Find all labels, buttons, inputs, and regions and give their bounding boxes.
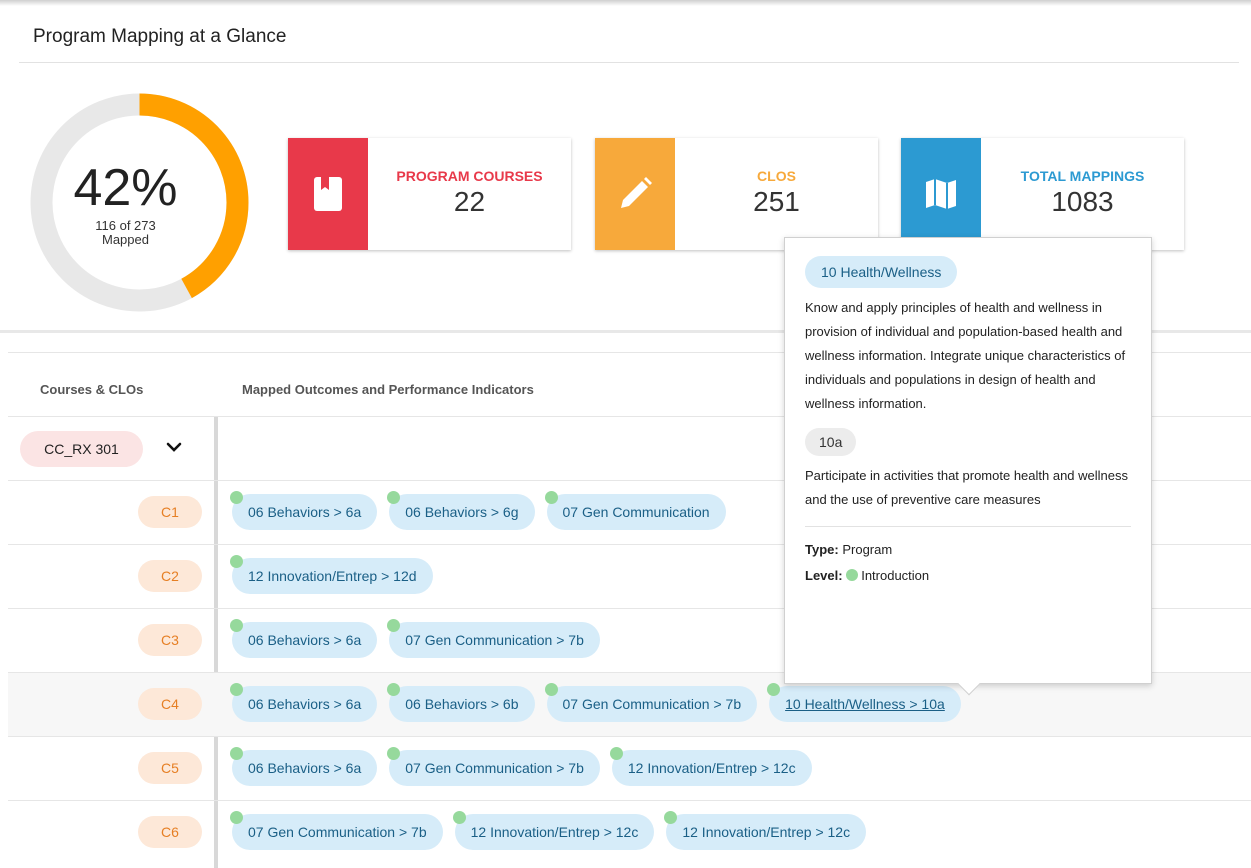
card-value: 22 — [453, 186, 486, 217]
tag-label: 10 Health/Wellness > 10a — [785, 696, 945, 712]
level-dot — [664, 811, 678, 824]
divider — [19, 62, 1239, 63]
tag-list: 12 Innovation/Entrep > 12d — [230, 555, 433, 594]
col-courses-clos: Courses & CLOs — [40, 382, 144, 397]
outcome-tag[interactable]: 12 Innovation/Entrep > 12c — [452, 811, 655, 850]
level-dot — [230, 683, 243, 696]
outcome-tag[interactable]: 06 Behaviors > 6a — [230, 619, 378, 658]
tag-list: 06 Behaviors > 6a 06 Behaviors > 6b 07 G… — [230, 683, 961, 722]
tag-label: 06 Behaviors > 6g — [405, 504, 519, 520]
col-mapped-outcomes: Mapped Outcomes and Performance Indicato… — [242, 382, 534, 397]
outcome-tag[interactable]: 06 Behaviors > 6b — [387, 683, 535, 722]
tag-label: 12 Innovation/Entrep > 12c — [470, 824, 639, 840]
tag-list: 07 Gen Communication > 7b 12 Innovation/… — [230, 811, 867, 850]
clo-badge[interactable]: C5 — [138, 752, 202, 784]
level-dot — [230, 619, 243, 632]
outcome-tag-hovered[interactable]: 10 Health/Wellness > 10a — [767, 683, 961, 722]
tag-label: 07 Gen Communication > 7b — [248, 824, 427, 840]
outcome-pill: 10 Health/Wellness — [805, 256, 958, 288]
pencil-icon — [595, 138, 675, 250]
map-icon — [901, 138, 981, 250]
clo-badge[interactable]: C2 — [138, 560, 202, 592]
tooltip-level: Level: Introduction — [805, 563, 1131, 589]
course-badge[interactable]: CC_RX 301 — [20, 431, 143, 467]
level-label: Level: — [805, 568, 843, 583]
tag-label: 06 Behaviors > 6a — [248, 504, 362, 520]
level-dot — [230, 491, 243, 504]
tag-list: 06 Behaviors > 6a 07 Gen Communication >… — [230, 747, 812, 786]
level-dot — [767, 683, 781, 696]
tag-label: 07 Gen Communication > 7b — [562, 696, 742, 712]
book-icon — [288, 138, 368, 250]
top-shadow — [0, 0, 1251, 6]
tag-label: 12 Innovation/Entrep > 12d — [248, 568, 417, 584]
level-dot — [544, 491, 558, 504]
indicator-description: Participate in activities that promote h… — [805, 468, 1129, 507]
page-title: Program Mapping at a Glance — [33, 26, 287, 47]
card-label: CLOS — [757, 168, 796, 184]
tag-label: 07 Gen Communication — [562, 504, 710, 520]
level-dot — [544, 683, 558, 696]
mapped-percent: 42% — [73, 159, 178, 217]
level-dot — [387, 619, 401, 632]
outcome-tag[interactable]: 06 Behaviors > 6a — [230, 747, 378, 786]
level-value: Introduction — [861, 568, 930, 583]
card-label: PROGRAM COURSES — [396, 168, 543, 184]
outcome-description: Know and apply principles of health and … — [805, 300, 1126, 411]
tag-label: 12 Innovation/Entrep > 12c — [682, 824, 851, 840]
mapped-count-line: 116 of 273 — [95, 218, 156, 233]
outcome-tag[interactable]: 06 Behaviors > 6a — [230, 683, 378, 722]
clos-card[interactable]: CLOS 251 — [595, 138, 878, 250]
level-dot — [230, 811, 243, 824]
outcome-tooltip: 10 Health/Wellness Know and apply princi… — [784, 237, 1152, 696]
indicator-pill: 10a — [805, 428, 857, 456]
card-value: 1083 — [1051, 186, 1114, 217]
level-dot — [387, 491, 401, 504]
outcome-tag[interactable]: 12 Innovation/Entrep > 12d — [230, 555, 433, 594]
outcome-tag[interactable]: 12 Innovation/Entrep > 12c — [664, 811, 867, 850]
mapped-count: 116 of 273 Mapped — [27, 219, 224, 247]
tag-list: 06 Behaviors > 6a 07 Gen Communication >… — [230, 619, 600, 658]
tag-label: 12 Innovation/Entrep > 12c — [627, 760, 796, 776]
outcome-tag[interactable]: 07 Gen Communication > 7b — [387, 619, 600, 658]
card-value: 251 — [753, 186, 800, 217]
outcome-tag[interactable]: 07 Gen Communication > 7b — [230, 811, 443, 850]
tag-label: 06 Behaviors > 6a — [248, 696, 362, 712]
level-dot — [452, 811, 466, 824]
clo-row: C6 07 Gen Communication > 7b 12 Innovati… — [8, 801, 1251, 865]
level-dot — [230, 747, 243, 760]
tag-label: 07 Gen Communication > 7b — [405, 632, 584, 648]
clo-badge[interactable]: C4 — [138, 688, 202, 720]
chevron-down-icon[interactable] — [166, 439, 182, 455]
clo-badge[interactable]: C6 — [138, 816, 202, 848]
tag-label: 06 Behaviors > 6b — [405, 696, 519, 712]
type-value: Program — [842, 542, 893, 557]
level-dot — [387, 747, 401, 760]
level-dot — [846, 569, 859, 581]
outcome-tag[interactable]: 07 Gen Communication > 7b — [387, 747, 600, 786]
outcome-tag[interactable]: 06 Behaviors > 6a — [230, 491, 378, 530]
tag-label: 07 Gen Communication > 7b — [405, 760, 584, 776]
outcome-tag[interactable]: 12 Innovation/Entrep > 12c — [609, 747, 812, 786]
outcome-tag[interactable]: 07 Gen Communication — [544, 491, 726, 530]
level-dot — [387, 683, 401, 696]
tag-label: 06 Behaviors > 6a — [248, 632, 362, 648]
tooltip-type: Type: Program — [805, 537, 1131, 563]
total-mappings-card[interactable]: TOTAL MAPPINGS 1083 — [901, 138, 1184, 250]
tag-list: 06 Behaviors > 6a 06 Behaviors > 6g 07 G… — [230, 491, 726, 530]
card-label: TOTAL MAPPINGS — [1020, 168, 1145, 184]
level-dot — [609, 747, 623, 760]
type-label: Type: — [805, 542, 839, 557]
clo-row: C5 06 Behaviors > 6a 07 Gen Communicatio… — [8, 737, 1251, 801]
level-dot — [230, 555, 243, 568]
clo-badge[interactable]: C1 — [138, 496, 202, 528]
mapped-label: Mapped — [102, 232, 149, 247]
outcome-tag[interactable]: 07 Gen Communication > 7b — [544, 683, 758, 722]
tooltip-divider — [805, 526, 1131, 527]
program-courses-card[interactable]: PROGRAM COURSES 22 — [288, 138, 571, 250]
tag-label: 06 Behaviors > 6a — [248, 760, 362, 776]
clo-badge[interactable]: C3 — [138, 624, 202, 656]
outcome-tag[interactable]: 06 Behaviors > 6g — [387, 491, 535, 530]
